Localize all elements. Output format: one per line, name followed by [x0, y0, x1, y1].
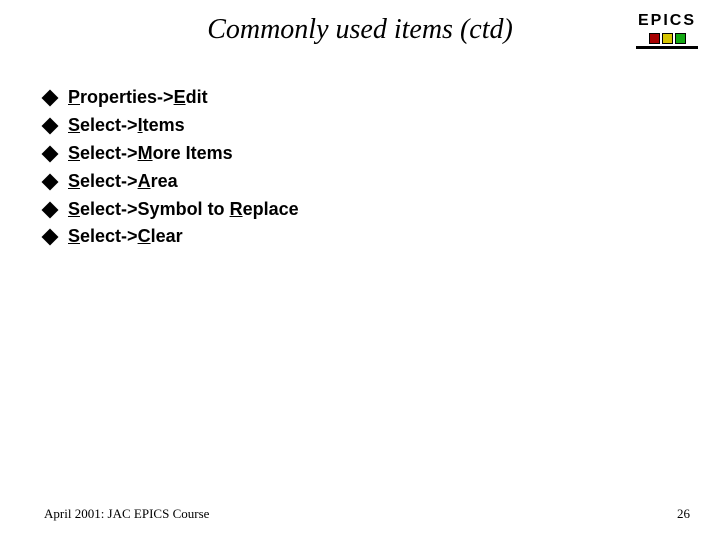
list-item-text: Select->More Items — [68, 140, 233, 168]
epics-logo-squares — [636, 33, 698, 44]
diamond-bullet-icon — [42, 145, 59, 162]
list-item: Select->Items — [44, 112, 720, 140]
list-item: Properties->Edit — [44, 84, 720, 112]
list-item: Select->Area — [44, 168, 720, 196]
slide-footer: April 2001: JAC EPICS Course 26 — [0, 506, 720, 522]
footer-left: April 2001: JAC EPICS Course — [44, 506, 209, 522]
list-item: Select->Clear — [44, 223, 720, 251]
footer-page-number: 26 — [677, 506, 690, 522]
logo-square-icon — [649, 33, 660, 44]
list-item-text: Select->Symbol to Replace — [68, 196, 299, 224]
diamond-bullet-icon — [42, 117, 59, 134]
diamond-bullet-icon — [42, 89, 59, 106]
slide-header: Commonly used items (ctd) EPICS — [0, 0, 720, 70]
logo-square-icon — [662, 33, 673, 44]
list-item-text: Select->Clear — [68, 223, 183, 251]
list-item: Select->More Items — [44, 140, 720, 168]
diamond-bullet-icon — [42, 229, 59, 246]
list-item-text: Properties->Edit — [68, 84, 208, 112]
slide-title: Commonly used items (ctd) — [207, 14, 513, 46]
diamond-bullet-icon — [42, 173, 59, 190]
bullet-list: Properties->EditSelect->ItemsSelect->Mor… — [44, 84, 720, 251]
epics-logo: EPICS — [636, 12, 698, 49]
slide-content: Properties->EditSelect->ItemsSelect->Mor… — [0, 70, 720, 251]
diamond-bullet-icon — [42, 201, 59, 218]
epics-logo-text: EPICS — [636, 12, 698, 30]
list-item: Select->Symbol to Replace — [44, 196, 720, 224]
epics-logo-underline — [636, 46, 698, 49]
list-item-text: Select->Items — [68, 112, 185, 140]
list-item-text: Select->Area — [68, 168, 178, 196]
logo-square-icon — [675, 33, 686, 44]
